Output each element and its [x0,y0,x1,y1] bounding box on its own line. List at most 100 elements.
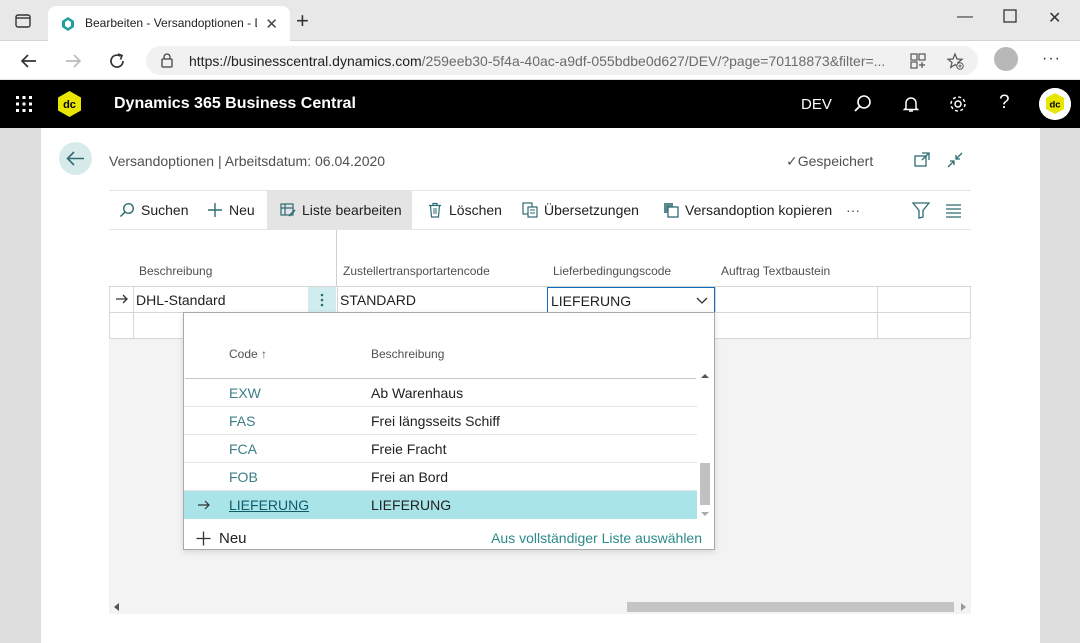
list-item[interactable]: EXW Ab Warenhaus [184,379,697,407]
chevron-down-icon [696,297,708,304]
checkmark-icon: ✓ [786,153,798,169]
trash-icon [429,202,441,218]
new-tab-icon[interactable]: + [296,10,309,32]
collapse-icon[interactable] [946,151,964,169]
environment-name[interactable]: DEV [801,96,832,113]
lookup-desc: Freie Fracht [371,441,447,457]
frozen-column-divider [336,230,337,287]
translations-icon [522,202,538,218]
dc-logo-icon[interactable]: dc [56,90,83,118]
open-new-window-icon[interactable] [913,151,931,169]
lookup-desc: Frei an Bord [371,469,449,485]
horizontal-scrollbar-thumb[interactable] [627,602,954,612]
edit-list-action-button[interactable]: Liste bearbeiten [267,191,412,229]
filter-icon[interactable] [912,202,930,219]
app-name: Dynamics 365 Business Central [114,95,356,112]
lookup-column-code[interactable]: Code ↑ [229,347,267,361]
help-icon[interactable]: ? [999,92,1019,113]
app-available-icon[interactable] [909,52,927,70]
edit-list-icon [280,203,296,217]
settings-gear-icon[interactable] [948,94,968,114]
lookup-desc: LIEFERUNG [371,497,452,513]
back-arrow-icon[interactable] [19,51,39,71]
cell-border [877,287,878,312]
user-avatar[interactable]: dc [1039,88,1071,120]
page-title: Versandoptionen | Arbeitsdatum: 06.04.20… [109,153,386,169]
list-item-selected[interactable]: LIEFERUNG LIEFERUNG [184,491,697,519]
copy-shipping-option-action-button[interactable]: Versandoption kopieren [657,191,838,229]
delete-action-button[interactable]: Löschen [421,191,508,229]
lookup-scrollbar-thumb[interactable] [700,463,710,505]
cell-border [877,313,878,338]
lookup-code[interactable]: LIEFERUNG [229,497,309,513]
business-central-favicon [62,17,74,31]
cell-border [970,287,971,312]
cell-border [109,287,110,312]
tab-title: Bearbeiten - Versandoptionen - Dynamics … [85,16,257,30]
grid-header [109,230,971,287]
notifications-bell-icon[interactable] [901,94,921,114]
url-text: https://businesscentral.dynamics.com/259… [189,53,886,69]
lookup-dropdown: Code ↑ Beschreibung EXW Ab Warenhaus FAS… [183,312,715,550]
search-icon [119,202,135,218]
list-view-icon[interactable] [945,203,962,218]
page-back-button[interactable] [59,142,92,175]
lookup-code[interactable]: EXW [229,385,261,401]
forward-arrow-icon[interactable] [63,51,83,71]
select-from-full-list-link[interactable]: Aus vollständiger Liste auswählen [491,530,702,546]
cell-border [715,287,716,312]
plus-icon [196,531,211,546]
column-header-zustellertransportartencode[interactable]: Zustellertransportartencode [343,264,490,278]
backdrop-left [0,128,41,643]
row-actions-button[interactable] [308,287,336,312]
list-item[interactable]: FOB Frei an Bord [184,463,697,491]
search-action-button[interactable]: Suchen [113,191,194,229]
lookup-code[interactable]: FAS [229,413,255,429]
browser-tab-bar: Bearbeiten - Versandoptionen - Dynamics … [0,0,1080,41]
close-window-icon[interactable]: ✕ [1048,8,1061,28]
scroll-left-icon[interactable] [114,603,120,611]
copy-icon [664,203,679,218]
cell-lieferbedingungscode: LIEFERUNG [551,293,632,309]
kebab-menu-icon [320,293,324,307]
plus-icon [208,203,222,217]
lookup-desc: Ab Warenhaus [371,385,464,401]
profile-avatar[interactable] [994,47,1018,71]
cell-border [337,287,338,312]
lookup-code[interactable]: FOB [229,469,258,485]
scroll-right-icon[interactable] [960,603,966,611]
current-row-arrow-icon [116,294,128,304]
browser-tab[interactable]: Bearbeiten - Versandoptionen - Dynamics … [48,6,290,41]
backdrop-right [1040,128,1080,643]
list-item[interactable]: FAS Frei längsseits Schiff [184,407,697,435]
translations-action-button[interactable]: Übersetzungen [516,191,645,229]
address-bar-row: https://businesscentral.dynamics.com/259… [0,41,1080,80]
list-item[interactable]: FCA Freie Fracht [184,435,697,463]
tab-actions-icon[interactable] [14,12,32,30]
lookup-new-button[interactable]: Neu [196,530,247,547]
minimize-icon[interactable]: — [957,8,973,26]
cell-beschreibung[interactable]: DHL-Standard [136,292,226,308]
lock-icon[interactable] [160,53,174,68]
lookup-code[interactable]: FCA [229,441,257,457]
lookup-column-beschreibung[interactable]: Beschreibung [371,347,444,361]
lieferbedingungscode-dropdown[interactable]: LIEFERUNG [547,287,715,313]
cell-zustellertransportartencode[interactable]: STANDARD [340,292,416,308]
search-icon[interactable] [853,94,873,114]
svg-text:dc: dc [63,99,76,111]
close-tab-icon[interactable]: ✕ [265,15,278,33]
new-action-button[interactable]: Neu [201,191,261,229]
column-header-lieferbedingungscode[interactable]: Lieferbedingungscode [553,264,671,278]
lookup-desc: Frei längsseits Schiff [371,413,500,429]
column-header-auftrag-textbaustein[interactable]: Auftrag Textbaustein [721,264,830,278]
maximize-icon[interactable] [1003,9,1017,23]
more-actions-button[interactable]: ··· [840,191,866,229]
table-row[interactable]: DHL-Standard STANDARD LIEFERUNG [109,286,971,313]
column-header-beschreibung[interactable]: Beschreibung [139,264,212,278]
browser-more-icon[interactable]: ··· [1042,50,1061,68]
app-launcher-icon[interactable] [15,95,33,113]
url-field[interactable]: https://businesscentral.dynamics.com/259… [146,46,978,75]
favorites-add-icon[interactable] [946,52,964,70]
selected-row-arrow-icon [198,500,210,510]
refresh-icon[interactable] [107,51,127,71]
